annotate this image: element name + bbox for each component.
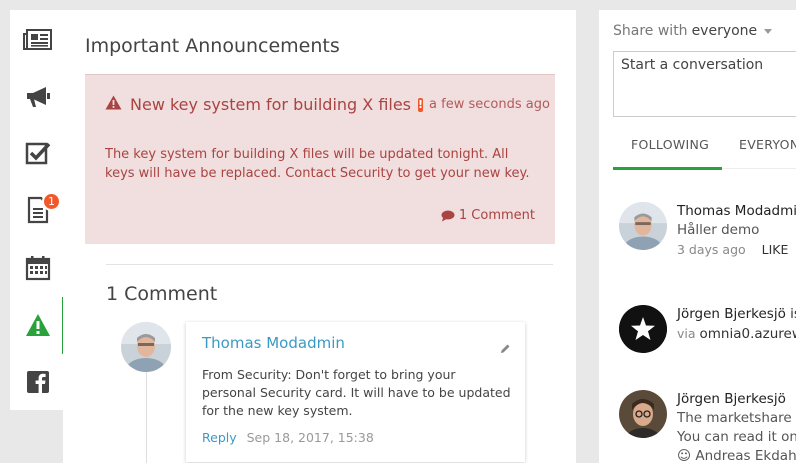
comment-icon: [441, 210, 455, 221]
comment-meta: Reply Sep 18, 2017, 15:38: [202, 430, 374, 445]
feed-meta: 3 days ago LIKE: [677, 240, 796, 259]
alert-icon: [105, 95, 122, 114]
feed-time: 3 days ago: [677, 242, 746, 257]
feed-tabs: FOLLOWING EVERYON: [613, 137, 796, 170]
comment-card: Thomas Modadmin From Security: Don't for…: [186, 322, 525, 462]
warning-icon[interactable]: [10, 300, 65, 350]
share-label: Share with: [613, 23, 688, 39]
divider: [106, 264, 553, 265]
comments-heading: 1 Comment: [106, 283, 218, 305]
star-icon[interactable]: [619, 305, 667, 353]
feed-message: Håller demo: [677, 222, 760, 238]
avatar[interactable]: [619, 390, 667, 438]
feed-item-text: Jörgen Bjerkesjö The marketshare r You c…: [677, 390, 796, 463]
feed-author[interactable]: Jörgen Bjerkesjö: [677, 306, 786, 322]
conversation-input[interactable]: Start a conversation: [613, 51, 796, 117]
comment-count: 1 Comment: [458, 208, 535, 223]
avatar[interactable]: [619, 202, 667, 250]
left-nav-rail: 1: [10, 10, 65, 410]
comment-timestamp: Sep 18, 2017, 15:38: [246, 430, 374, 445]
comment-author[interactable]: Thomas Modadmin: [202, 334, 345, 352]
pencil-icon[interactable]: [500, 339, 511, 358]
announcement-header: New key system for building X files ! a …: [105, 95, 550, 114]
feed-message-continued: You can read it on: [677, 429, 796, 445]
via-prefix: via: [677, 326, 696, 341]
calendar-icon[interactable]: [10, 243, 65, 293]
announcement-card[interactable]: New key system for building X files ! a …: [85, 74, 555, 244]
document-icon[interactable]: [10, 185, 65, 235]
announcement-comment-link[interactable]: 1 Comment: [441, 208, 535, 223]
tab-following[interactable]: FOLLOWING: [613, 137, 722, 170]
feed-via: via omnia0.azurew: [677, 324, 796, 344]
announcement-time: a few seconds ago: [429, 97, 550, 112]
page-title: Important Announcements: [85, 35, 340, 57]
feed-message: The marketshare r: [677, 410, 796, 426]
reply-link[interactable]: Reply: [202, 430, 237, 445]
notification-badge: 1: [42, 192, 61, 211]
announcements-panel: Important Announcements New key system f…: [63, 10, 576, 463]
facebook-icon[interactable]: [10, 357, 65, 407]
checkbox-icon[interactable]: [10, 128, 65, 178]
tab-everyone[interactable]: EVERYON: [722, 137, 796, 170]
feed-mention[interactable]: ☺ Andreas Ekdahl: [677, 447, 796, 463]
announcement-body: The key system for building X files will…: [105, 147, 530, 181]
via-source[interactable]: omnia0.azurew: [700, 326, 796, 342]
important-icon: !: [418, 97, 424, 112]
comment-body: From Security: Don't forget to bring you…: [202, 367, 511, 418]
thread-line: [146, 365, 147, 463]
feed-action-text: is: [790, 306, 796, 322]
avatar[interactable]: [121, 322, 171, 372]
feed-item-text: Jörgen Bjerkesjö is via omnia0.azurew: [677, 305, 796, 344]
announcement-title[interactable]: New key system for building X files: [130, 95, 411, 114]
social-feed-panel: Share with everyone Start a conversation…: [599, 10, 796, 463]
feed-item-text: Thomas Modadmin Håller demo 3 days ago L…: [677, 202, 796, 259]
megaphone-icon[interactable]: [10, 72, 65, 122]
feed-author[interactable]: Jörgen Bjerkesjö: [677, 390, 796, 409]
share-selector[interactable]: Share with everyone: [613, 23, 773, 39]
share-audience: everyone: [691, 23, 758, 39]
chevron-down-icon: [764, 28, 773, 34]
news-icon[interactable]: [10, 15, 65, 65]
like-button[interactable]: LIKE: [762, 242, 789, 257]
feed-author[interactable]: Thomas Modadmin: [677, 202, 796, 221]
